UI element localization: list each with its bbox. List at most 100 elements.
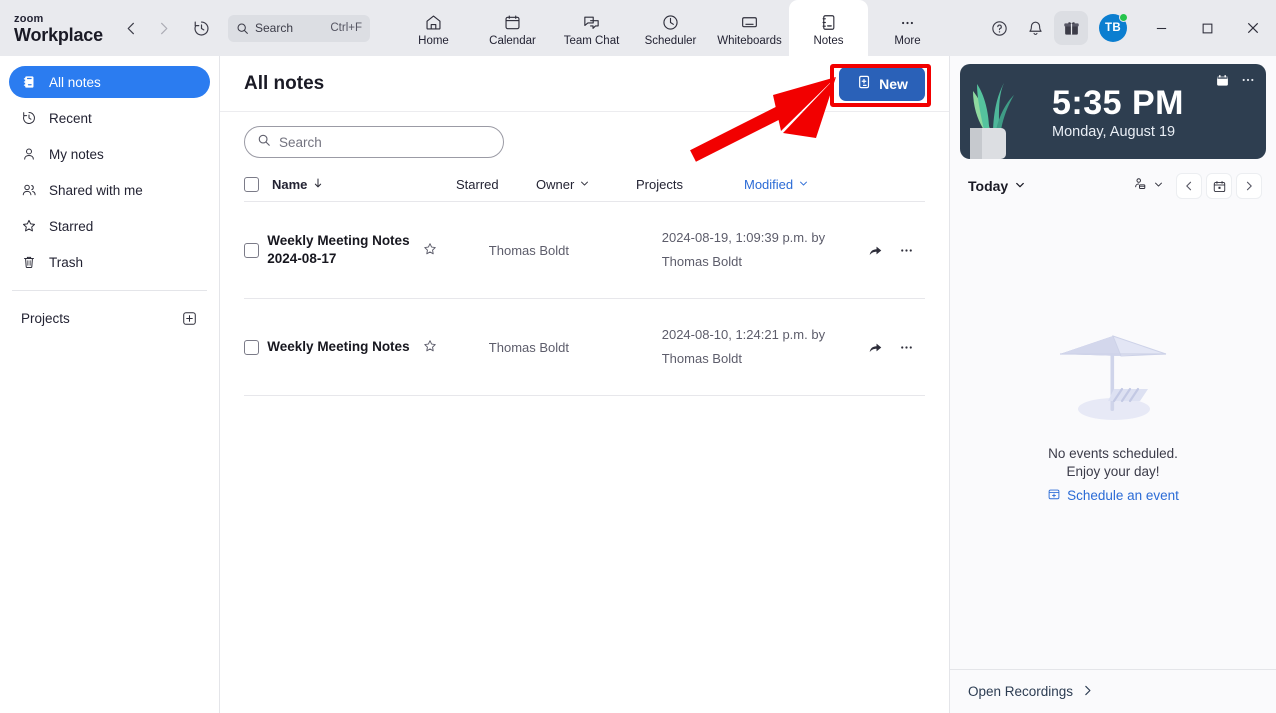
bell-icon[interactable] xyxy=(1018,11,1052,45)
today-selector-label: Today xyxy=(968,178,1008,194)
chevron-right-icon xyxy=(1081,684,1094,700)
calendar-icon[interactable] xyxy=(1215,73,1230,88)
row-checkbox-cell xyxy=(244,243,267,258)
back-button[interactable] xyxy=(120,17,142,39)
row-checkbox[interactable] xyxy=(244,340,259,355)
tab-team-chat-label: Team Chat xyxy=(564,36,620,48)
history-icon[interactable] xyxy=(188,15,214,41)
more-icon[interactable] xyxy=(898,242,915,259)
sidebar-item-trash[interactable]: Trash xyxy=(9,246,210,278)
global-search-box[interactable]: Search Ctrl+F xyxy=(228,15,370,42)
tab-calendar-label: Calendar xyxy=(489,36,536,48)
sidebar-projects-label: Projects xyxy=(21,311,70,326)
app-body: All notes Recent My notes Shared with me xyxy=(0,56,1276,713)
column-header-projects[interactable]: Projects xyxy=(636,177,744,192)
today-selector[interactable]: Today xyxy=(968,178,1026,194)
sidebar-divider xyxy=(12,290,207,291)
star-icon[interactable] xyxy=(422,338,438,357)
open-recordings-link[interactable]: Open Recordings xyxy=(968,684,1094,700)
column-header-name[interactable]: Name xyxy=(272,177,456,192)
maximize-button[interactable] xyxy=(1184,0,1230,56)
main-tabs: Home Calendar Team Chat Scheduler xyxy=(394,0,947,56)
presence-indicator xyxy=(1119,13,1128,22)
tab-scheduler-label: Scheduler xyxy=(645,36,697,48)
select-all-checkbox[interactable] xyxy=(244,177,259,192)
table-row[interactable]: Weekly Meeting Notes Thomas Boldt 2024-0… xyxy=(244,299,925,396)
calendar-prev-button[interactable] xyxy=(1176,173,1202,199)
share-icon[interactable] xyxy=(867,242,884,259)
tab-calendar[interactable]: Calendar xyxy=(473,0,552,56)
clock-widget: 5:35 PM Monday, August 19 xyxy=(960,64,1266,159)
sidebar-item-all-notes-label: All notes xyxy=(49,75,101,90)
title-bar: zoom Workplace Search Ctrl+F xyxy=(0,0,1276,56)
clock-date: Monday, August 19 xyxy=(1052,125,1184,140)
main-content: All notes New xyxy=(220,56,950,713)
notes-icon xyxy=(819,12,838,33)
search-icon xyxy=(257,133,271,152)
clock-icon xyxy=(661,12,680,33)
chevron-down-icon xyxy=(1014,178,1026,194)
tab-notes-label: Notes xyxy=(813,36,843,48)
select-all-checkbox-cell xyxy=(244,177,272,192)
share-icon[interactable] xyxy=(867,339,884,356)
open-recordings-label: Open Recordings xyxy=(968,684,1073,699)
people-filter-selector[interactable] xyxy=(1132,176,1164,197)
calendar-date-picker-button[interactable] xyxy=(1206,173,1232,199)
calendar-icon xyxy=(503,12,522,33)
clock-text: 5:35 PM Monday, August 19 xyxy=(1052,84,1184,140)
more-icon[interactable] xyxy=(1240,72,1256,88)
tab-notes[interactable]: Notes xyxy=(789,0,868,56)
column-header-modified[interactable]: Modified xyxy=(744,177,809,192)
minimize-button[interactable] xyxy=(1138,0,1184,56)
chevron-down-icon xyxy=(579,177,590,192)
global-search-shortcut: Ctrl+F xyxy=(330,22,362,34)
column-header-owner[interactable]: Owner xyxy=(536,177,636,192)
notes-search-input[interactable] xyxy=(279,135,469,150)
new-note-button[interactable]: New xyxy=(839,67,925,101)
sidebar-item-starred[interactable]: Starred xyxy=(9,210,210,242)
sidebar-item-shared-with-me[interactable]: Shared with me xyxy=(9,174,210,206)
calendar-nav-controls xyxy=(1132,173,1262,199)
tab-team-chat[interactable]: Team Chat xyxy=(552,0,631,56)
sidebar-item-my-notes[interactable]: My notes xyxy=(9,138,210,170)
column-header-starred[interactable]: Starred xyxy=(456,177,536,192)
more-icon[interactable] xyxy=(898,339,915,356)
star-icon[interactable] xyxy=(422,241,438,260)
note-name[interactable]: Weekly Meeting Notes xyxy=(267,338,422,356)
tab-home-label: Home xyxy=(418,36,449,48)
sidebar-item-recent[interactable]: Recent xyxy=(9,102,210,134)
gift-icon[interactable] xyxy=(1054,11,1088,45)
avatar[interactable]: TB xyxy=(1096,11,1130,45)
global-search-label: Search xyxy=(255,21,293,35)
row-actions xyxy=(867,242,925,259)
notes-table-header: Name Starred Owner Projects Mo xyxy=(244,168,925,202)
plant-illustration xyxy=(960,64,1022,159)
sidebar-projects-section[interactable]: Projects xyxy=(9,303,210,333)
history-clock-icon xyxy=(21,110,43,126)
app-logo: zoom Workplace xyxy=(14,12,106,44)
tab-whiteboards[interactable]: Whiteboards xyxy=(710,0,789,56)
notes-search-box[interactable] xyxy=(244,126,504,158)
navigation-arrows xyxy=(120,17,174,39)
row-checkbox[interactable] xyxy=(244,243,259,258)
new-note-icon xyxy=(856,74,872,93)
column-header-owner-label: Owner xyxy=(536,177,574,192)
help-icon[interactable] xyxy=(982,11,1016,45)
tab-scheduler[interactable]: Scheduler xyxy=(631,0,710,56)
whiteboard-icon xyxy=(740,12,759,33)
forward-button[interactable] xyxy=(152,17,174,39)
note-name[interactable]: Weekly Meeting Notes 2024-08-17 xyxy=(267,232,422,268)
chevron-down-icon xyxy=(798,177,809,192)
calendar-next-button[interactable] xyxy=(1236,173,1262,199)
sidebar-item-all-notes[interactable]: All notes xyxy=(9,66,210,98)
trash-icon xyxy=(21,254,43,270)
add-event-icon xyxy=(1047,487,1061,504)
close-button[interactable] xyxy=(1230,0,1276,56)
table-row[interactable]: Weekly Meeting Notes 2024-08-17 Thomas B… xyxy=(244,202,925,299)
tab-whiteboards-label: Whiteboards xyxy=(717,36,782,48)
tab-home[interactable]: Home xyxy=(394,0,473,56)
schedule-an-event-link[interactable]: Schedule an event xyxy=(1047,487,1179,504)
plus-square-icon[interactable] xyxy=(181,310,198,327)
notes-table: Name Starred Owner Projects Mo xyxy=(220,168,949,396)
tab-more[interactable]: More xyxy=(868,0,947,56)
